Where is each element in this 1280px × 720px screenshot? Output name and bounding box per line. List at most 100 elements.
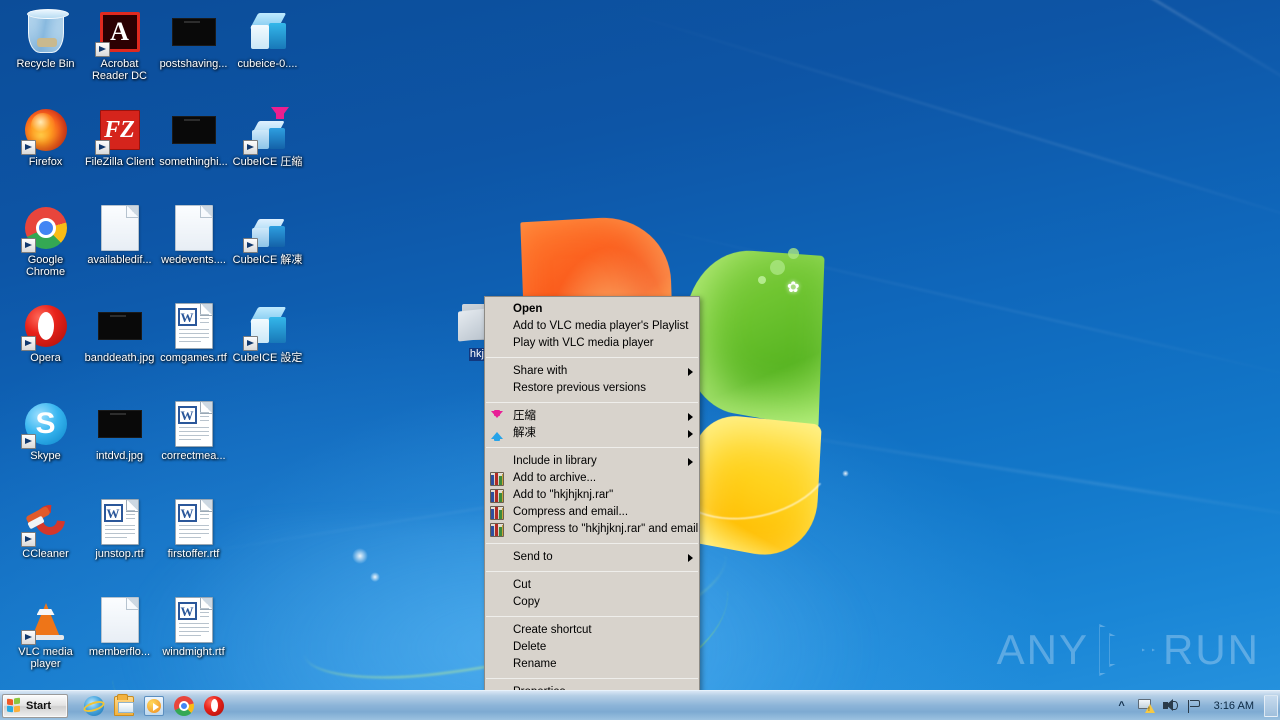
desktop-icon[interactable]: S Skype xyxy=(8,400,83,462)
wallpaper-streak xyxy=(867,0,1280,96)
menu-item[interactable]: Compress and email... xyxy=(485,504,699,521)
desktop-icon-label: somethinghi... xyxy=(156,156,231,168)
desktop-icon[interactable]: CubeICE 設定 xyxy=(230,302,305,364)
google-chrome-icon[interactable] xyxy=(174,696,194,716)
desktop-icon[interactable]: cubeice-0.... xyxy=(230,8,305,70)
menu-item-label: Delete xyxy=(513,641,546,653)
black-icon xyxy=(96,302,144,350)
submenu-arrow-icon xyxy=(688,458,693,466)
menu-item[interactable]: 解凍 xyxy=(485,425,699,442)
shortcut-overlay-icon xyxy=(243,238,258,253)
menu-item[interactable]: Restore previous versions xyxy=(485,380,699,397)
menu-item[interactable]: Share with xyxy=(485,363,699,380)
action-center-flag-icon[interactable] xyxy=(1185,698,1203,714)
menu-group: 圧縮解凍 xyxy=(485,406,699,444)
shortcut-overlay-icon xyxy=(95,42,110,57)
doc-icon: W xyxy=(170,596,218,644)
desktop-icon[interactable]: Recycle Bin xyxy=(8,8,83,70)
menu-item[interactable]: Play with VLC media player xyxy=(485,335,699,352)
wallpaper-streak xyxy=(616,9,1280,233)
blankdoc-icon xyxy=(96,596,144,644)
context-menu[interactable]: Open Add to VLC media player's Playlist Pl… xyxy=(484,296,700,704)
volume-icon[interactable] xyxy=(1161,698,1179,714)
desktop-icon[interactable]: Opera xyxy=(8,302,83,364)
menu-item[interactable]: Send to xyxy=(485,549,699,566)
desktop-icon[interactable]: CCleaner xyxy=(8,498,83,560)
windows-explorer-icon[interactable] xyxy=(114,696,134,716)
show-hidden-icons-button[interactable]: ^ xyxy=(1113,698,1131,714)
desktop-icon-grid: Recycle Bin A Acrobat Reader DC postshaving… xyxy=(0,0,320,690)
menu-item[interactable]: Delete xyxy=(485,639,699,656)
desktop-icon[interactable]: somethinghi... xyxy=(156,106,231,168)
menu-item[interactable]: Compress to "hkjhjknj.rar" and email xyxy=(485,521,699,538)
menu-group: Share with Restore previous versions xyxy=(485,361,699,399)
ccleaner-icon xyxy=(22,498,70,546)
taskbar: Start ^ 3:16 AM xyxy=(0,690,1280,720)
butterfly-icon: ✿ xyxy=(787,280,809,296)
desktop-icon[interactable]: wedevents.... xyxy=(156,204,231,266)
menu-item-label: Copy xyxy=(513,596,540,608)
submenu-arrow-icon xyxy=(688,554,693,562)
winrar-icon xyxy=(490,472,504,486)
desktop-icon[interactable]: Google Chrome xyxy=(8,204,83,278)
menu-item[interactable]: Copy xyxy=(485,594,699,611)
opera-icon[interactable] xyxy=(204,696,224,716)
black-icon xyxy=(96,400,144,448)
desktop-icon[interactable]: memberflo... xyxy=(82,596,157,658)
windows-flag-icon xyxy=(7,698,22,713)
internet-explorer-icon[interactable] xyxy=(84,696,104,716)
desktop-icon[interactable]: Wjunstop.rtf xyxy=(82,498,157,560)
desktop-icon[interactable]: postshaving... xyxy=(156,8,231,70)
desktop-icon-label: FileZilla Client xyxy=(82,156,157,168)
menu-item[interactable]: Include in library xyxy=(485,453,699,470)
logo-dot xyxy=(788,248,799,259)
desktop-icon[interactable]: availabledif... xyxy=(82,204,157,266)
menu-item[interactable]: Add to archive... xyxy=(485,470,699,487)
menu-item-label: Send to xyxy=(513,551,553,563)
windows-media-player-icon[interactable] xyxy=(144,696,164,716)
menu-item[interactable]: Cut xyxy=(485,577,699,594)
desktop-icon[interactable]: Firefox xyxy=(8,106,83,168)
menu-item-label: Include in library xyxy=(513,455,597,467)
cube-compress-icon xyxy=(244,106,292,154)
menu-item[interactable]: 圧縮 xyxy=(485,408,699,425)
menu-item[interactable]: Add to "hkjhjknj.rar" xyxy=(485,487,699,504)
desktop-icon[interactable]: Wcomgames.rtf xyxy=(156,302,231,364)
acrobat-icon: A xyxy=(96,8,144,56)
desktop-icon[interactable]: CubeICE 圧縮 xyxy=(230,106,305,168)
menu-item-label: Restore previous versions xyxy=(513,382,646,394)
blankdoc-icon xyxy=(96,204,144,252)
desktop-icon[interactable]: A Acrobat Reader DC xyxy=(82,8,157,82)
show-desktop-button[interactable] xyxy=(1264,695,1278,717)
menu-item[interactable]: Create shortcut xyxy=(485,622,699,639)
menu-separator xyxy=(486,543,698,544)
menu-separator xyxy=(486,678,698,679)
desktop-icon-label: cubeice-0.... xyxy=(230,58,305,70)
menu-item-label: Add to "hkjhjknj.rar" xyxy=(513,489,613,501)
menu-item-label: 解凍 xyxy=(513,427,536,439)
cube-settings-icon xyxy=(244,302,292,350)
desktop-icon-label: junstop.rtf xyxy=(82,548,157,560)
opera-icon xyxy=(22,302,70,350)
desktop-icon[interactable]: Wwindmight.rtf xyxy=(156,596,231,658)
menu-group: Open Add to VLC media player's Playlist Pl… xyxy=(485,299,699,354)
menu-item[interactable]: Open xyxy=(485,301,699,318)
desktop-icon-label: memberflo... xyxy=(82,646,157,658)
desktop-icon[interactable]: banddeath.jpg xyxy=(82,302,157,364)
winrar-icon xyxy=(490,489,504,503)
desktop-icon[interactable]: CubeICE 解凍 xyxy=(230,204,305,266)
vlc-icon xyxy=(22,596,70,644)
desktop-icon[interactable]: intdvd.jpg xyxy=(82,400,157,462)
menu-item[interactable]: Add to VLC media player's Playlist xyxy=(485,318,699,335)
desktop-icon[interactable]: Wfirstoffer.rtf xyxy=(156,498,231,560)
cube-icon xyxy=(244,8,292,56)
desktop-icon[interactable]: FZ FileZilla Client xyxy=(82,106,157,168)
desktop-icon[interactable]: Wcorrectmea... xyxy=(156,400,231,462)
menu-item[interactable]: Rename xyxy=(485,656,699,673)
menu-item-label: Add to archive... xyxy=(513,472,596,484)
network-warning-icon[interactable] xyxy=(1137,698,1155,714)
taskbar-clock[interactable]: 3:16 AM xyxy=(1206,700,1262,712)
start-button[interactable]: Start xyxy=(2,694,68,718)
desktop-icon[interactable]: VLC media player xyxy=(8,596,83,670)
logo-dot xyxy=(770,260,785,275)
